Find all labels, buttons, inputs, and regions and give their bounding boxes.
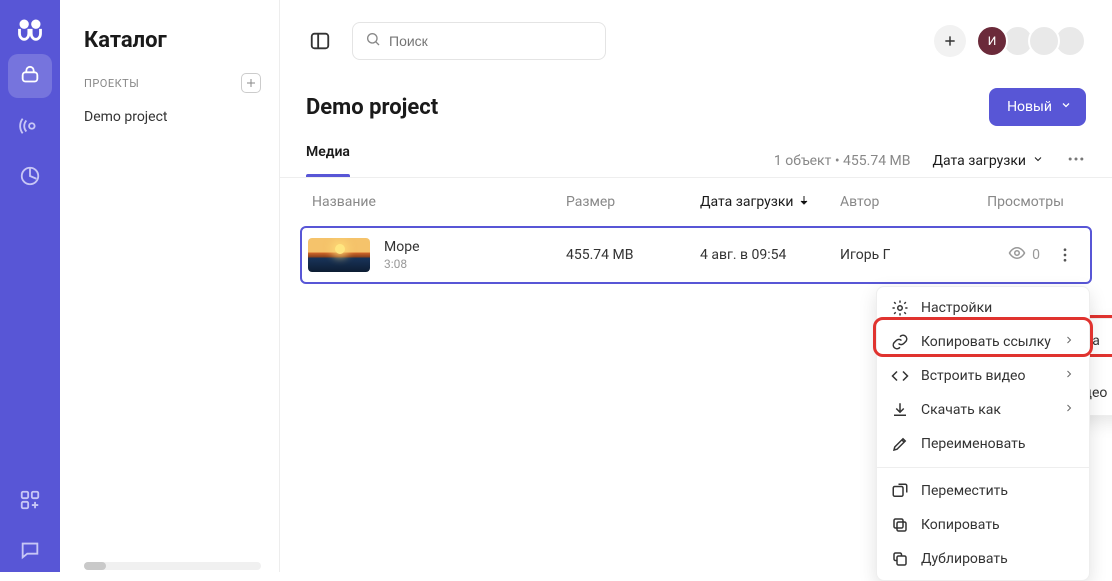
row-more-button[interactable]: [1040, 246, 1084, 264]
chevron-right-icon: [1063, 334, 1075, 350]
copy-icon: [891, 516, 909, 534]
row-author: Игорь Г: [840, 247, 970, 263]
avatar-placeholder: [1028, 25, 1060, 57]
context-menu: Настройки Копировать ссылку Встроить вид…: [876, 286, 1090, 581]
ctx-settings[interactable]: Настройки: [877, 291, 1089, 325]
ctx-rename[interactable]: Переименовать: [877, 427, 1089, 461]
table-row[interactable]: Море 3:08 455.74 MB 4 авг. в 09:54 Игорь…: [300, 226, 1092, 284]
code-icon: [891, 367, 909, 385]
page-title: Demo project: [306, 95, 438, 120]
avatar-stack: И: [982, 25, 1086, 57]
rail-item-stream[interactable]: [8, 104, 52, 148]
catalog-title: Каталог: [60, 28, 279, 73]
row-date: 4 авг. в 09:54: [700, 247, 840, 263]
add-user-button[interactable]: [934, 25, 966, 57]
rail-item-analytics[interactable]: [8, 154, 52, 198]
gear-icon: [891, 299, 909, 317]
projects-header: ПРОЕКТЫ: [84, 77, 139, 90]
sort-label: Дата загрузки: [932, 153, 1026, 169]
ctx-download[interactable]: Скачать как: [877, 393, 1089, 427]
search-input-wrap[interactable]: [352, 22, 606, 60]
panel-toggle-icon[interactable]: [306, 27, 334, 55]
duplicate-icon: [891, 550, 909, 568]
chevron-down-icon: [1060, 99, 1072, 115]
rail-item-apps[interactable]: [8, 478, 52, 522]
sort-dropdown[interactable]: Дата загрузки: [932, 153, 1044, 169]
ctx-copy[interactable]: Копировать: [877, 508, 1089, 542]
ctx-copy-link[interactable]: Копировать ссылку: [877, 325, 1089, 359]
rail-item-projects[interactable]: [8, 54, 52, 98]
chevron-down-icon: [1032, 153, 1044, 169]
ctx-move[interactable]: Переместить: [877, 474, 1089, 508]
object-count: 1 объект • 455.74 MB: [774, 153, 911, 169]
main-content: И Demo project Новый Медиа 1 объект • 45…: [280, 0, 1112, 572]
search-icon: [365, 31, 381, 51]
sidebar: Каталог ПРОЕКТЫ Demo project: [60, 0, 280, 572]
tab-media[interactable]: Медиа: [306, 144, 350, 174]
sidebar-scrollbar[interactable]: [60, 562, 279, 572]
row-duration: 3:08: [384, 257, 566, 271]
add-project-button[interactable]: [241, 73, 261, 93]
ctx-embed[interactable]: Встроить видео: [877, 359, 1089, 393]
avatar[interactable]: И: [976, 25, 1008, 57]
col-header-views[interactable]: Просмотры: [970, 194, 1064, 210]
search-input[interactable]: [389, 33, 593, 49]
sort-desc-icon: [798, 194, 810, 210]
new-button-label: Новый: [1007, 99, 1052, 115]
col-header-name[interactable]: Название: [306, 194, 566, 210]
chevron-right-icon: [1063, 402, 1075, 418]
rail-item-chat[interactable]: [8, 528, 52, 572]
eye-icon: [1008, 244, 1026, 266]
row-views: 0: [970, 244, 1040, 266]
sidebar-item-demo-project[interactable]: Demo project: [60, 101, 279, 133]
pencil-icon: [891, 435, 909, 453]
link-icon: [891, 333, 909, 351]
video-thumbnail: [308, 238, 370, 272]
row-size: 455.74 MB: [566, 247, 700, 263]
col-header-date[interactable]: Дата загрузки: [700, 194, 840, 210]
row-title: Море: [384, 239, 566, 255]
nav-rail: [0, 0, 60, 572]
col-header-size[interactable]: Размер: [566, 194, 700, 210]
new-button[interactable]: Новый: [989, 88, 1086, 126]
chevron-right-icon: [1063, 368, 1075, 384]
brand-logo-icon: [12, 12, 48, 48]
col-header-author[interactable]: Автор: [840, 194, 970, 210]
move-icon: [891, 482, 909, 500]
download-icon: [891, 401, 909, 419]
ctx-duplicate[interactable]: Дублировать: [877, 542, 1089, 576]
view-more-button[interactable]: [1066, 149, 1086, 173]
